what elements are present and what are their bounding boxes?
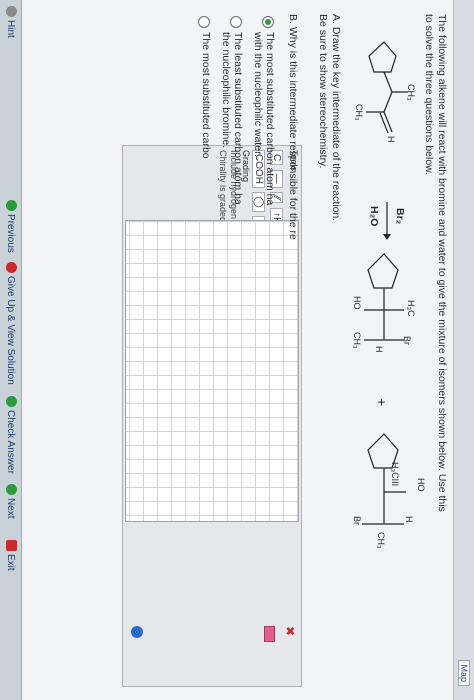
help-icon[interactable] [131,626,143,638]
part-b-options: The most substituted carbon atom ha with… [182,16,278,205]
next-button[interactable]: Next [5,484,17,519]
option-2-line2: the nucleophilic bromine. [220,32,232,149]
give-up-button[interactable]: Give Up & View Solution [5,262,17,385]
map-button[interactable]: Map [458,660,470,686]
product1-br: Br [402,336,412,345]
option-3-line1: The most substituted carbo [200,32,212,159]
reactant-ch3-top: CH₃ [406,84,416,101]
product2-structure [362,433,406,525]
option-2-line1: The least substituted carbon atom ha [232,32,244,205]
option-2-radio[interactable] [230,16,242,28]
drawing-canvas[interactable] [125,220,299,522]
product1-h: H [374,346,384,353]
product2-ho: HO [416,478,426,492]
photo-stage: Map The following alkene will react with… [0,0,474,700]
part-b-question: B. Why is this intermediate responsible … [287,14,299,240]
question-prompt-line2: to solve the three questions below. [423,14,435,176]
check-icon [6,396,17,407]
top-bar: Map [453,0,474,700]
footer-bar: Hint Previous Give Up & View Solution Ch… [0,0,22,700]
give-up-icon [6,262,17,273]
give-up-label: Give Up & View Solution [5,276,16,385]
reactant-h: H [386,136,396,143]
product2-br: Br [352,516,362,525]
option-3-radio[interactable] [198,16,210,28]
reagent-h2o: H₂O [368,206,380,227]
previous-icon [6,200,17,211]
delete-icon[interactable]: ✖ [283,626,297,636]
question-prompt-line1: The following alkene will react with bro… [436,14,448,512]
exit-icon [6,540,17,551]
reagent-br2: Br₂ [394,208,406,225]
option-1-line1: The most substituted carbon atom ha [264,32,276,206]
reactant-ch3-bottom: CH₃ [354,104,364,121]
previous-button[interactable]: Previous [5,200,17,253]
product2-h3c: H₃CIII [390,462,400,487]
eraser-icon[interactable] [264,626,275,642]
next-icon [6,484,17,495]
hint-label: Hint [5,20,16,38]
previous-label: Previous [5,214,16,253]
product2-ch3: CH₃ [376,532,386,549]
hint-button[interactable]: Hint [5,6,17,38]
reaction-arrow [383,202,391,240]
drawing-tools-panel: Tools C — ⁄⁄ ↑H ⌒ COOH ◯ ''' ↓H Grading … [122,145,302,687]
product1-ho: HO [352,296,362,310]
option-1-line2: with the nucleophilic water. [252,32,264,157]
product1-h3c: H₃C [406,300,416,317]
exit-button[interactable]: Exit [5,540,17,571]
exit-label: Exit [5,554,16,571]
option-1-radio[interactable] [262,16,274,28]
check-answer-label: Check Answer [5,410,16,474]
next-label: Next [5,498,16,519]
plus-sign: + [374,398,390,407]
product2-h: H [404,516,414,523]
product1-ch3: CH₃ [352,332,362,349]
part-a-line2: Be sure to show stereochemistry. [317,14,329,169]
check-answer-button[interactable]: Check Answer [5,396,17,474]
hint-icon [6,6,17,17]
question-screen: Map The following alkene will react with… [0,0,474,700]
part-a-line1: A. Draw the key intermediate of the reac… [330,14,342,222]
